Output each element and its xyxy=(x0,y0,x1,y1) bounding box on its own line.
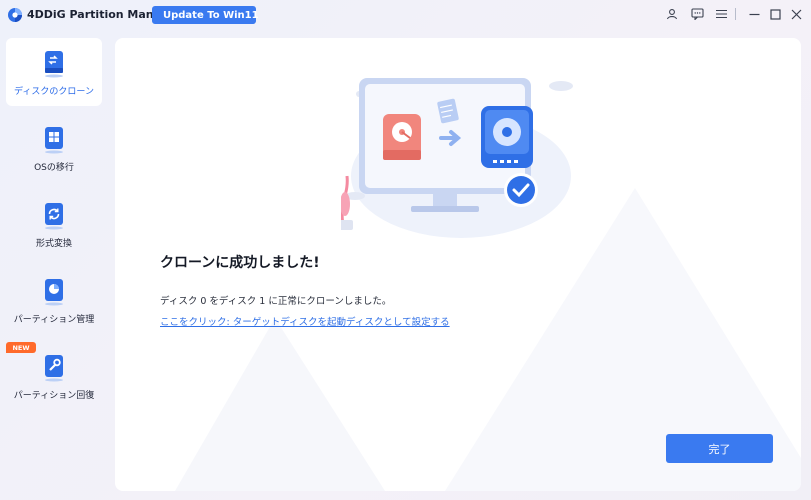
update-to-win11-button[interactable]: Update To Win11 xyxy=(152,6,259,24)
success-title: クローンに成功しました! xyxy=(160,255,320,271)
recovery-icon xyxy=(45,355,63,382)
main-panel: クローンに成功しました! ディスク 0 をディスク 1 に正常にクローンしました… xyxy=(115,38,801,491)
clone-success-illustration xyxy=(341,78,573,238)
sidebar-item-label: ディスクのクローン xyxy=(14,87,94,97)
new-badge: NEW xyxy=(6,342,36,353)
app-logo-icon xyxy=(8,8,22,22)
set-boot-disk-link[interactable]: ここをクリック: ターゲットディスクを起動ディスクとして設定する xyxy=(160,314,450,328)
maximize-icon[interactable] xyxy=(767,6,783,22)
sidebar-item-os-migrate[interactable]: OSの移行 xyxy=(6,114,102,182)
partition-icon xyxy=(45,279,63,306)
window-controls-divider xyxy=(735,8,736,20)
sidebar-item-disk-clone[interactable]: ディスクのクローン xyxy=(6,38,102,106)
sidebar-item-label: パーティション回復 xyxy=(13,391,95,401)
feedback-icon[interactable] xyxy=(689,6,705,22)
sidebar-item-partition[interactable]: パーティション管理 xyxy=(6,266,102,334)
update-label: Update To Win11 xyxy=(163,9,259,21)
sidebar-item-label: OSの移行 xyxy=(34,163,74,173)
minimize-icon[interactable] xyxy=(746,6,762,22)
disk-clone-icon xyxy=(45,51,63,78)
close-icon[interactable] xyxy=(788,6,804,22)
title-bar: 4DDiG Partition Manager Update To Win11 xyxy=(0,0,811,30)
sidebar-item-label: 形式変換 xyxy=(35,239,72,249)
sidebar-item-convert[interactable]: 形式変換 xyxy=(6,190,102,258)
convert-icon xyxy=(45,203,63,230)
os-migrate-icon xyxy=(45,127,63,154)
sidebar-item-label: パーティション管理 xyxy=(13,315,95,325)
sidebar: ディスクのクローン OSの移行 形式変換 パーティション管理 パーティション回復… xyxy=(0,30,112,500)
menu-icon[interactable] xyxy=(713,6,729,22)
done-button[interactable]: 完了 xyxy=(666,434,773,463)
user-icon[interactable] xyxy=(664,6,680,22)
success-message: ディスク 0 をディスク 1 に正常にクローンしました。 xyxy=(160,296,392,307)
